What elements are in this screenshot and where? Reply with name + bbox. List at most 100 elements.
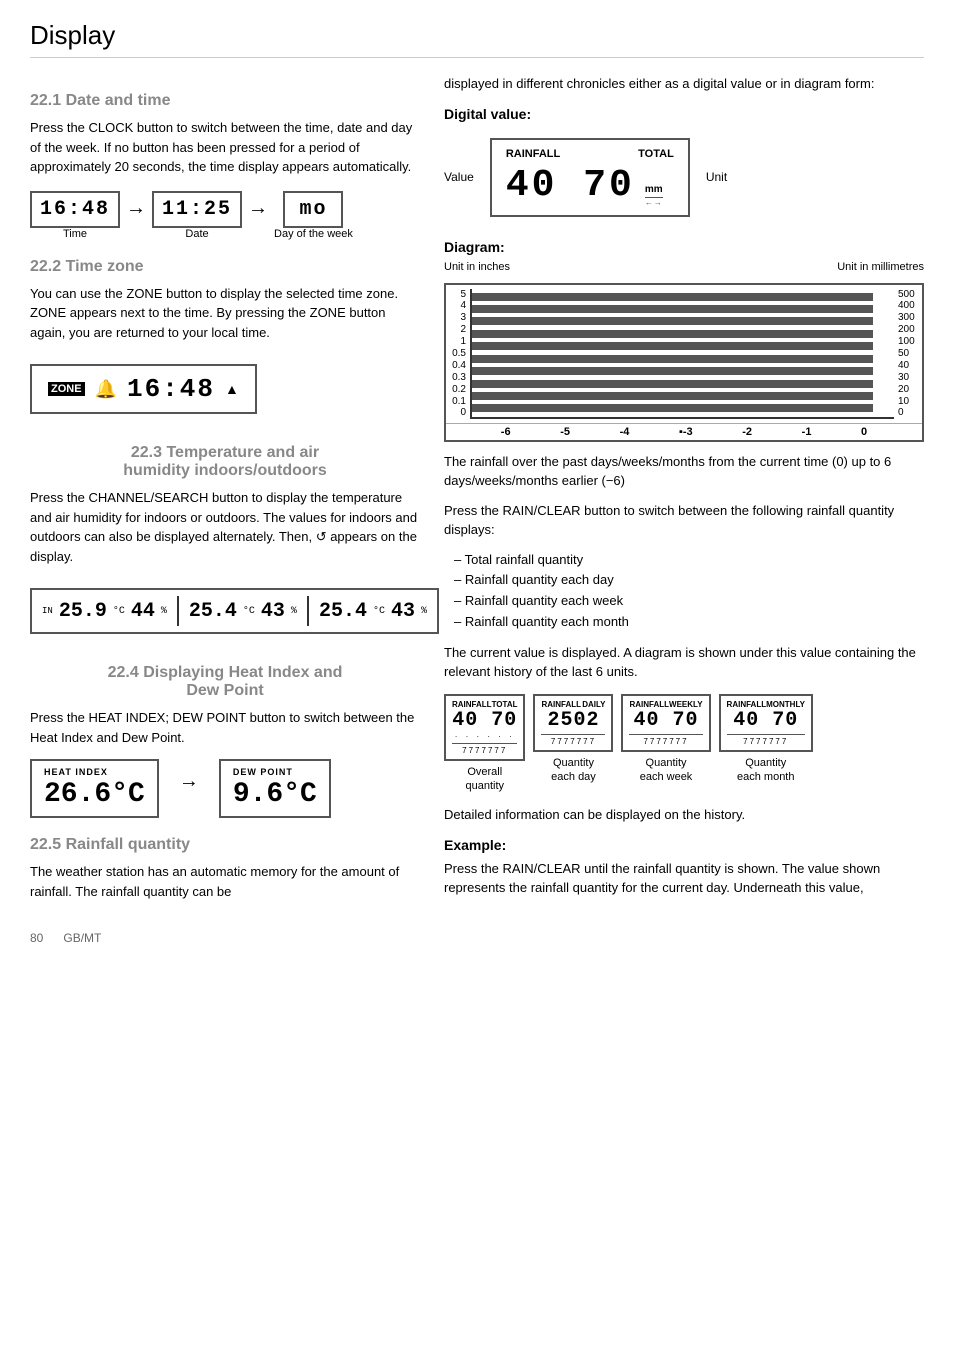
- bar-row-02: [472, 390, 894, 402]
- rf-monthly-top-right: MONTHLY: [766, 700, 805, 709]
- rainfall-digital-display: RAINFALL TOTAL 40 70 mm ←→: [490, 138, 690, 217]
- bell-icon: 🔔: [95, 379, 117, 400]
- rf-weekly-top-left: RAINFALL: [629, 700, 669, 709]
- hum2: 43: [261, 600, 285, 623]
- temp3: 25.4: [319, 600, 367, 623]
- temp2: 25.4: [189, 600, 237, 623]
- rf-monthly-value: 40 70: [727, 709, 805, 732]
- page-footer: 80 GB/MT: [30, 931, 924, 945]
- temperature-display: IN 25.9 °C 44 % 25.4 °C 43 % 25.4 °C 43 …: [30, 588, 439, 634]
- section-224-heading: 22.4 Displaying Heat Index and Dew Point: [30, 664, 420, 700]
- rf-monthly-header: RAINFALL MONTHLY: [727, 700, 805, 709]
- rf-monthly-item: RAINFALL MONTHLY 40 70 7777777 Quantitye…: [719, 694, 813, 785]
- rainfall-value: 40 70: [506, 164, 635, 207]
- date-display-item: 11:25 Date: [152, 191, 242, 240]
- rf-overall-box: RAINFALL TOTAL 40 70 · · · · · · 7777777: [444, 694, 525, 761]
- rf-daily-bars: 7777777: [541, 737, 605, 746]
- example-heading: Example:: [444, 837, 924, 853]
- bar-row-3: [472, 315, 894, 327]
- rf-monthly-divider: [727, 734, 805, 735]
- rf-weekly-bars: 7777777: [629, 737, 702, 746]
- arrow-2: →: [248, 197, 268, 234]
- dew-point-value: 9.6°C: [233, 779, 317, 810]
- temp1: 25.9: [59, 600, 107, 623]
- date-label: Date: [185, 228, 208, 240]
- rf-monthly-top-left: RAINFALL: [727, 700, 767, 709]
- percent-label-3: %: [421, 606, 427, 617]
- bar-row-1: [472, 340, 894, 352]
- heat-dew-display: HEAT INDEX 26.6°C → DEW POINT 9.6°C: [30, 759, 420, 818]
- section-221-body: Press the CLOCK button to switch between…: [30, 118, 420, 177]
- rf-weekly-divider: [629, 734, 702, 735]
- detailed-text: Detailed information can be displayed on…: [444, 805, 924, 825]
- section-222-body: You can use the ZONE button to display t…: [30, 284, 420, 343]
- rf-overall-top-right: TOTAL: [492, 700, 518, 709]
- rf-weekly-value: 40 70: [629, 709, 702, 732]
- y-axis-left: 5 4 3 2 1 0.5 0.4 0.3 0.2 0.1 0: [446, 289, 470, 419]
- rf-monthly-label: Quantityeach month: [737, 756, 794, 785]
- rf-weekly-box: RAINFALL WEEKLY 40 70 7777777: [621, 694, 710, 752]
- percent-label-2: %: [291, 606, 297, 617]
- list-item-total: Total rainfall quantity: [454, 550, 924, 571]
- x-axis-labels: -6 -5 -4 ▪-3 -2 -1 0: [446, 423, 922, 440]
- small-rainfall-displays: RAINFALL TOTAL 40 70 · · · · · · 7777777…: [444, 694, 924, 794]
- rf-overall-label: Overallquantity: [465, 765, 504, 794]
- day-lcd: mo: [283, 191, 343, 228]
- section-221-heading: 22.1 Date and time: [30, 92, 420, 110]
- arrow-1: →: [126, 197, 146, 234]
- y-axis-right: 500 400 300 200 100 50 40 30 20 10 0: [894, 289, 922, 419]
- rf-overall-header: RAINFALL TOTAL: [452, 700, 517, 709]
- dew-point-box: DEW POINT 9.6°C: [219, 759, 331, 818]
- day-label: Day of the week: [274, 228, 353, 240]
- list-item-month: Rainfall quantity each month: [454, 612, 924, 633]
- bar-row-5: [472, 291, 894, 303]
- bar-row-05: [472, 353, 894, 365]
- rf-daily-box: RAINFALL DAILY 2502 7777777: [533, 694, 613, 752]
- divider-1: [177, 596, 179, 626]
- left-column: 22.1 Date and time Press the CLOCK butto…: [30, 74, 420, 911]
- rainfall-header: RAINFALL TOTAL: [506, 148, 674, 160]
- rf-weekly-header: RAINFALL WEEKLY: [629, 700, 702, 709]
- section-223-body: Press the CHANNEL/SEARCH button to displ…: [30, 488, 420, 566]
- time-label: Time: [63, 228, 87, 240]
- x-label--1: -1: [802, 426, 812, 438]
- rf-monthly-box: RAINFALL MONTHLY 40 70 7777777: [719, 694, 813, 752]
- rf-daily-top-right: DAILY: [582, 700, 605, 709]
- rf-overall-top-left: RAINFALL: [452, 700, 492, 709]
- rf-daily-item: RAINFALL DAILY 2502 7777777 Quantityeach…: [533, 694, 613, 785]
- bar-row-01: [472, 402, 894, 414]
- rain-clear-text: Press the RAIN/CLEAR button to switch be…: [444, 501, 924, 540]
- zone-display: ZONE 🔔 16:48 ▲: [30, 364, 257, 414]
- rainfall-label: RAINFALL: [506, 148, 560, 160]
- rf-weekly-top-right: WEEKLY: [669, 700, 703, 709]
- x-label--5: -5: [560, 426, 570, 438]
- bar-row-04: [472, 365, 894, 377]
- list-item-day: Rainfall quantity each day: [454, 570, 924, 591]
- rf-daily-divider: [541, 734, 605, 735]
- diagram-unit-labels: Unit in inches Unit in millimetres: [444, 261, 924, 273]
- up-arrow-icon: ▲: [225, 381, 239, 397]
- x-label-0: 0: [861, 426, 867, 438]
- x-label--2: -2: [742, 426, 752, 438]
- rf-overall-bars: 7777777: [452, 746, 517, 755]
- heat-index-value: 26.6°C: [44, 779, 145, 810]
- time-lcd: 16:48: [30, 191, 120, 228]
- rf-weekly-item: RAINFALL WEEKLY 40 70 7777777 Quantityea…: [621, 694, 710, 785]
- rf-monthly-bars: 7777777: [727, 737, 805, 746]
- rainfall-unit-label: mm: [645, 184, 663, 195]
- temp-c-label-3: °C: [373, 606, 385, 617]
- zone-label: ZONE: [48, 382, 85, 396]
- page-number: 80: [30, 931, 43, 945]
- diagram-heading: Diagram:: [444, 239, 924, 255]
- right-column: displayed in different chronicles either…: [444, 74, 924, 911]
- bar-row-03: [472, 378, 894, 390]
- right-body-continue: displayed in different chronicles either…: [444, 74, 924, 94]
- percent-label-1: %: [161, 606, 167, 617]
- hum1: 44: [131, 600, 155, 623]
- chart-rows: [472, 289, 894, 417]
- rf-overall-value: 40 70: [452, 709, 517, 732]
- rf-weekly-label: Quantityeach week: [640, 756, 693, 785]
- date-lcd: 11:25: [152, 191, 242, 228]
- section-225-body: The weather station has an automatic mem…: [30, 862, 420, 901]
- zone-time: 16:48: [127, 374, 215, 404]
